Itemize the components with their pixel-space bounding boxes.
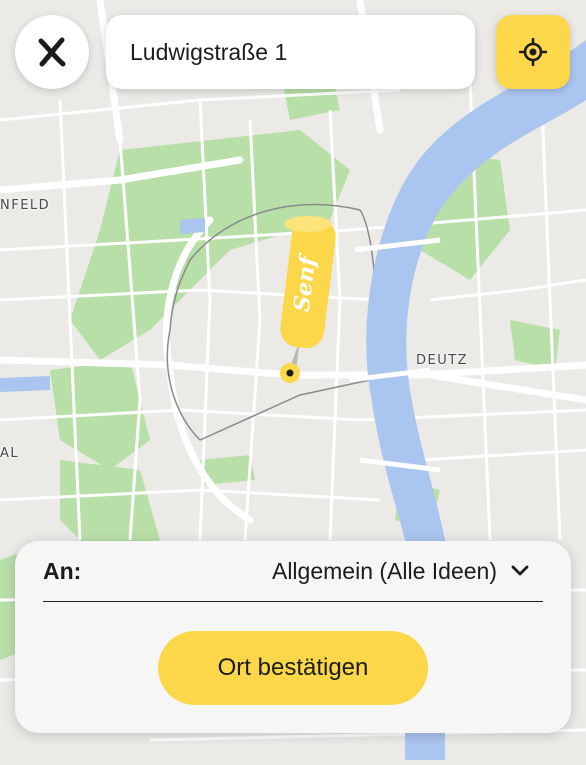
recipient-label: An: bbox=[43, 557, 82, 584]
bottom-sheet: An: Allgemein (Alle Ideen) Ort bestätige… bbox=[15, 541, 571, 733]
crosshair-locate-icon bbox=[519, 38, 547, 66]
pond bbox=[180, 218, 205, 234]
locate-me-button[interactable] bbox=[496, 15, 570, 89]
confirm-location-button[interactable]: Ort bestätigen bbox=[158, 631, 428, 705]
close-button[interactable] bbox=[15, 15, 89, 89]
recipient-value: Allgemein (Alle Ideen) bbox=[271, 557, 497, 584]
district-label-left-bottom: AL bbox=[0, 446, 20, 461]
district-label-deutz: DEUTZ bbox=[416, 353, 469, 368]
district-label-left-top: NFELD bbox=[0, 198, 51, 213]
recipient-select[interactable]: An: Allgemein (Alle Ideen) bbox=[43, 541, 543, 602]
close-x-icon bbox=[38, 37, 66, 67]
address-search-box[interactable] bbox=[106, 15, 475, 89]
chevron-down-icon bbox=[511, 565, 529, 577]
harbor-water bbox=[0, 376, 50, 392]
address-input[interactable] bbox=[128, 37, 462, 67]
